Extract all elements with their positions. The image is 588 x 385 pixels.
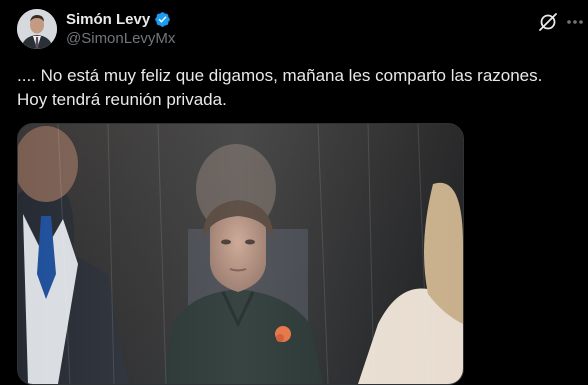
author-name[interactable]: Simón Levy — [66, 11, 150, 28]
verified-badge-icon — [155, 11, 170, 27]
avatar-photo — [17, 9, 57, 49]
photo-content — [18, 124, 463, 384]
post-text-line-1: .... No está muy feliz que digamos, maña… — [17, 66, 543, 85]
post-text: .... No está muy feliz que digamos, maña… — [17, 64, 577, 112]
post-text-line-2: Hoy tendrá reunión privada. — [17, 90, 227, 109]
post-avatar[interactable] — [17, 9, 57, 49]
grok-icon[interactable] — [538, 12, 558, 32]
author-name-row[interactable]: Simón Levy — [66, 10, 171, 28]
author-handle[interactable]: @SimonLevyMx — [66, 30, 175, 47]
more-options-icon[interactable] — [566, 12, 584, 32]
more-dots — [567, 20, 583, 24]
post-media-photo[interactable] — [17, 123, 464, 385]
